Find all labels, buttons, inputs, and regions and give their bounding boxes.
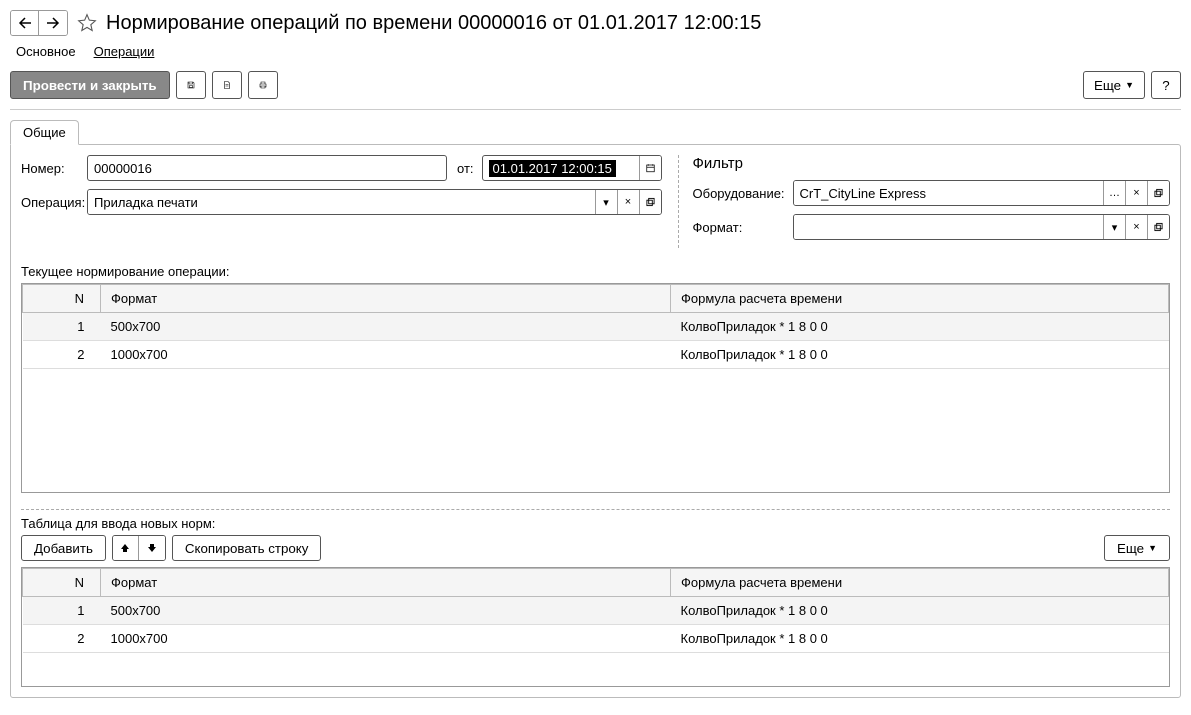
operation-open-button[interactable] (639, 190, 661, 214)
equipment-field[interactable] (794, 181, 1103, 205)
format-label: Формат: (693, 220, 793, 235)
chevron-down-icon: ▾ (603, 196, 609, 209)
tab-main[interactable]: Основное (16, 44, 76, 59)
current-norm-table: N Формат Формула расчета времени 1 500x7… (22, 284, 1169, 369)
cell-n: 1 (23, 597, 101, 625)
col-formula[interactable]: Формула расчета времени (671, 285, 1169, 313)
new-section-label: Таблица для ввода новых норм: (21, 516, 1170, 531)
format-field[interactable] (794, 215, 1103, 239)
copy-row-button[interactable]: Скопировать строку (172, 535, 322, 561)
cell-format: 500x700 (101, 313, 671, 341)
sub-more-label: Еще (1117, 541, 1144, 556)
table-row[interactable]: 1 500x700 КолвоПриладок * 1 8 0 0 (23, 313, 1169, 341)
page-title: Нормирование операций по времени 0000001… (106, 12, 761, 35)
date-value: 01.01.2017 12:00:15 (489, 160, 616, 177)
favorite-star-icon[interactable] (76, 12, 98, 34)
arrow-right-icon (46, 17, 60, 29)
operation-label: Операция: (21, 195, 87, 210)
new-norm-table: N Формат Формула расчета времени 1 500x7… (22, 568, 1169, 653)
col-n[interactable]: N (23, 569, 101, 597)
add-row-button[interactable]: Добавить (21, 535, 106, 561)
equipment-label: Оборудование: (693, 186, 793, 201)
post-button[interactable] (212, 71, 242, 99)
number-field[interactable] (87, 155, 447, 181)
dropdown-arrow-icon: ▼ (1148, 543, 1157, 553)
save-button[interactable] (176, 71, 206, 99)
new-table-container: N Формат Формула расчета времени 1 500x7… (21, 567, 1170, 687)
equipment-select-button[interactable]: … (1103, 181, 1125, 205)
help-button[interactable]: ? (1151, 71, 1181, 99)
back-button[interactable] (11, 11, 39, 35)
open-icon (1154, 222, 1163, 232)
table-row[interactable]: 1 500x700 КолвоПриладок * 1 8 0 0 (23, 597, 1169, 625)
cell-format: 500x700 (101, 597, 671, 625)
col-format[interactable]: Формат (101, 569, 671, 597)
print-button[interactable] (248, 71, 278, 99)
equipment-open-button[interactable] (1147, 181, 1169, 205)
current-section-label: Текущее нормирование операции: (21, 264, 1170, 279)
arrow-left-icon (18, 17, 32, 29)
new-rows-toolbar: Добавить Скопировать строку Еще ▼ (21, 535, 1170, 561)
cell-n: 2 (23, 625, 101, 653)
format-dropdown-button[interactable]: ▾ (1103, 215, 1125, 239)
divider (21, 509, 1170, 510)
tab-operations[interactable]: Операции (94, 44, 155, 59)
open-icon (646, 197, 655, 207)
date-field[interactable]: 01.01.2017 12:00:15 (483, 156, 639, 180)
cell-formula: КолвоПриладок * 1 8 0 0 (671, 341, 1169, 369)
cell-format: 1000x700 (101, 625, 671, 653)
dropdown-arrow-icon: ▼ (1125, 80, 1134, 90)
col-format[interactable]: Формат (101, 285, 671, 313)
more-label: Еще (1094, 78, 1121, 93)
cell-formula: КолвоПриладок * 1 8 0 0 (671, 597, 1169, 625)
sub-more-button[interactable]: Еще ▼ (1104, 535, 1170, 561)
number-label: Номер: (21, 161, 87, 176)
move-up-button[interactable] (113, 536, 139, 560)
doc-tab-common[interactable]: Общие (10, 120, 79, 145)
chevron-down-icon: ▾ (1112, 221, 1118, 234)
table-row[interactable]: 2 1000x700 КолвоПриладок * 1 8 0 0 (23, 625, 1169, 653)
format-clear-button[interactable]: × (1125, 215, 1147, 239)
operation-dropdown-button[interactable]: ▾ (595, 190, 617, 214)
save-icon (187, 77, 195, 93)
ellipsis-icon: … (1109, 187, 1120, 199)
current-table-container: N Формат Формула расчета времени 1 500x7… (21, 283, 1170, 493)
more-button[interactable]: Еще ▼ (1083, 71, 1145, 99)
cell-formula: КолвоПриладок * 1 8 0 0 (671, 625, 1169, 653)
calendar-icon (646, 162, 655, 174)
open-icon (1154, 188, 1163, 198)
cell-n: 1 (23, 313, 101, 341)
cell-n: 2 (23, 341, 101, 369)
close-icon: × (625, 196, 631, 208)
table-row[interactable]: 2 1000x700 КолвоПриладок * 1 8 0 0 (23, 341, 1169, 369)
close-icon: × (1133, 187, 1139, 199)
forward-button[interactable] (39, 11, 67, 35)
arrow-up-icon (119, 542, 131, 554)
post-and-close-button[interactable]: Провести и закрыть (10, 71, 170, 99)
move-row-buttons (112, 535, 166, 561)
section-tabs: Основное Операции (10, 44, 1181, 59)
tab-content: Номер: от: 01.01.2017 12:00:15 Операция:… (10, 144, 1181, 698)
operation-field[interactable] (88, 190, 595, 214)
move-down-button[interactable] (139, 536, 165, 560)
filter-title: Фильтр (693, 155, 1170, 172)
print-icon (259, 77, 267, 93)
document-check-icon (223, 77, 231, 93)
operation-clear-button[interactable]: × (617, 190, 639, 214)
date-label: от: (457, 161, 474, 176)
arrow-down-icon (146, 542, 158, 554)
equipment-clear-button[interactable]: × (1125, 181, 1147, 205)
cell-format: 1000x700 (101, 341, 671, 369)
nav-buttons (10, 10, 68, 36)
col-n[interactable]: N (23, 285, 101, 313)
calendar-button[interactable] (639, 156, 661, 180)
col-formula[interactable]: Формула расчета времени (671, 569, 1169, 597)
cell-formula: КолвоПриладок * 1 8 0 0 (671, 313, 1169, 341)
format-open-button[interactable] (1147, 215, 1169, 239)
main-toolbar: Провести и закрыть Еще ▼ ? (10, 71, 1181, 110)
close-icon: × (1133, 221, 1139, 233)
